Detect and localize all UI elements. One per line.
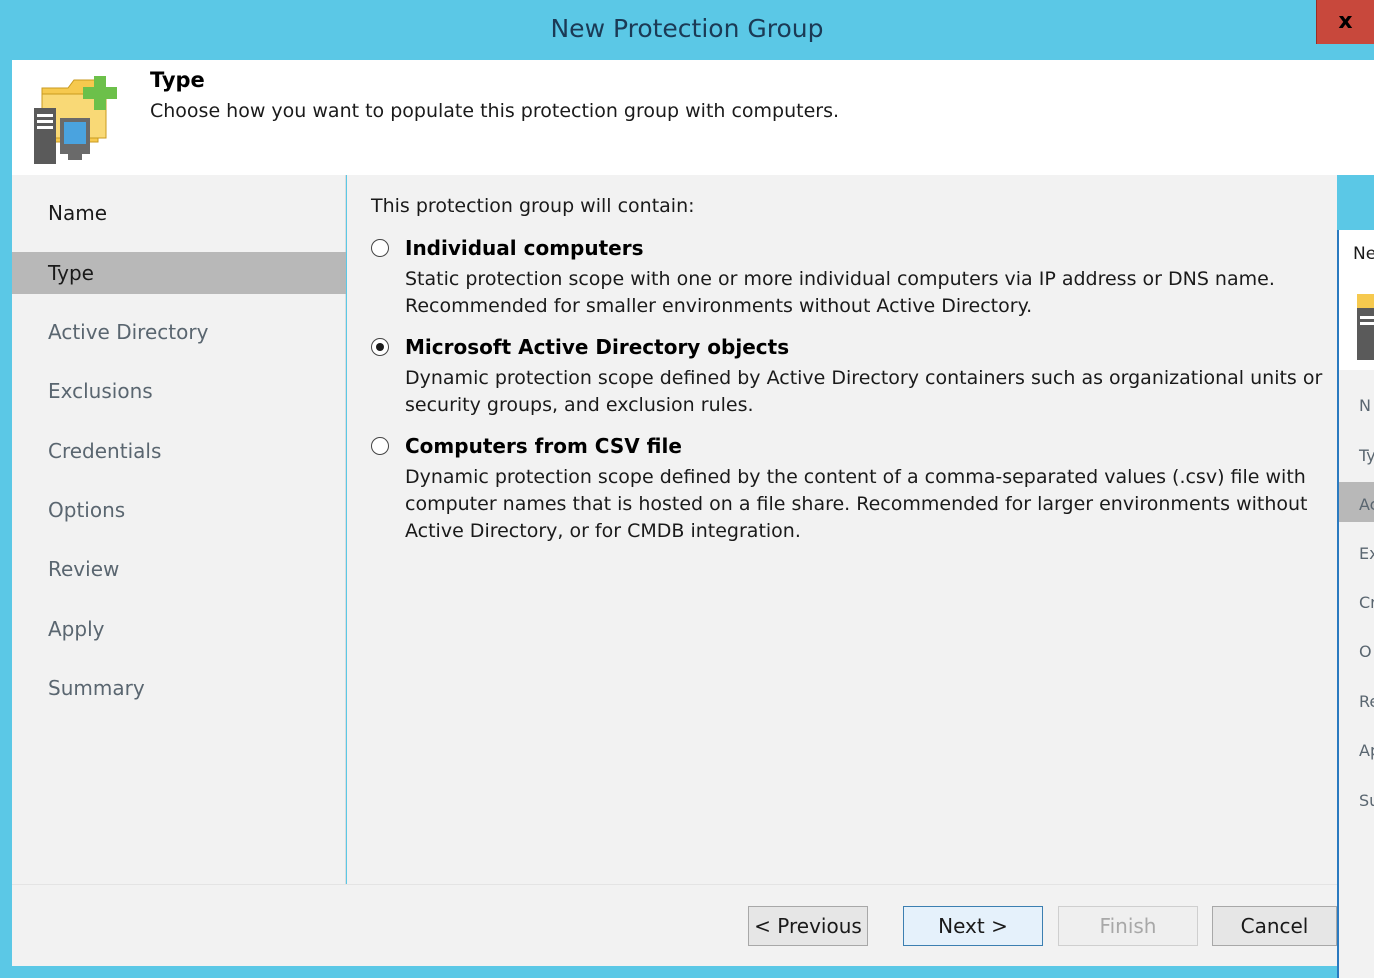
step-active-directory: Active Directory — [48, 320, 209, 344]
window-bottom-border — [0, 966, 1374, 978]
cancel-button[interactable]: Cancel — [1212, 906, 1337, 946]
background-step: Re — [1359, 692, 1374, 711]
radio-individual-computers[interactable] — [371, 239, 389, 257]
main-content: This protection group will contain: Indi… — [347, 175, 1337, 884]
background-step: O — [1359, 642, 1372, 661]
wizard-header: Type Choose how you want to populate thi… — [12, 60, 1374, 175]
radio-active-directory-objects[interactable] — [371, 338, 389, 356]
title-bar[interactable]: New Protection Group x — [0, 0, 1374, 60]
window-title: New Protection Group — [550, 14, 824, 43]
option-description: Dynamic protection scope defined by the … — [405, 466, 1308, 542]
radio-selected-dot — [376, 343, 384, 351]
step-review: Review — [48, 557, 120, 581]
step-type[interactable]: Type — [12, 252, 346, 294]
step-title: Type — [150, 68, 205, 92]
radio-csv-file[interactable] — [371, 437, 389, 455]
step-description: Choose how you want to populate this pro… — [150, 100, 840, 122]
background-step: Cr — [1359, 593, 1374, 612]
step-summary: Summary — [48, 676, 145, 700]
step-credentials: Credentials — [48, 439, 162, 463]
next-button[interactable]: Next > — [903, 906, 1043, 946]
step-exclusions: Exclusions — [48, 379, 153, 403]
background-step: Ac — [1359, 495, 1374, 514]
step-name[interactable]: Name — [12, 192, 346, 234]
option-title[interactable]: Individual computers — [405, 236, 644, 260]
previous-button[interactable]: < Previous — [748, 906, 868, 946]
background-step: Su — [1359, 791, 1374, 810]
wizard-window: New Protection Group x Type Choose how y… — [0, 0, 1374, 978]
background-wizard-window[interactable]: Ne N Ty Ac Ex Cr O Re Ap Su — [1337, 230, 1374, 978]
background-step: Ex — [1359, 544, 1374, 563]
background-protection-group-icon — [1357, 294, 1374, 360]
background-step: N — [1359, 396, 1371, 415]
option-title[interactable]: Microsoft Active Directory objects — [405, 335, 789, 359]
wizard-steps-sidebar: Name Type Active Directory Exclusions Cr… — [12, 175, 346, 884]
background-window-title: Ne — [1353, 244, 1374, 264]
option-description: Dynamic protection scope defined by Acti… — [405, 367, 1323, 416]
option-description: Static protection scope with one or more… — [405, 268, 1275, 317]
finish-button: Finish — [1058, 906, 1198, 946]
intro-text: This protection group will contain: — [371, 195, 695, 217]
wizard-footer: < Previous Next > Finish Cancel — [12, 884, 1337, 966]
close-button[interactable]: x — [1316, 0, 1374, 44]
option-title[interactable]: Computers from CSV file — [405, 434, 682, 458]
background-step: Ap — [1359, 741, 1374, 760]
protection-group-icon — [34, 76, 117, 164]
background-step: Ty — [1359, 446, 1374, 465]
step-apply: Apply — [48, 617, 105, 641]
step-options: Options — [48, 498, 126, 522]
